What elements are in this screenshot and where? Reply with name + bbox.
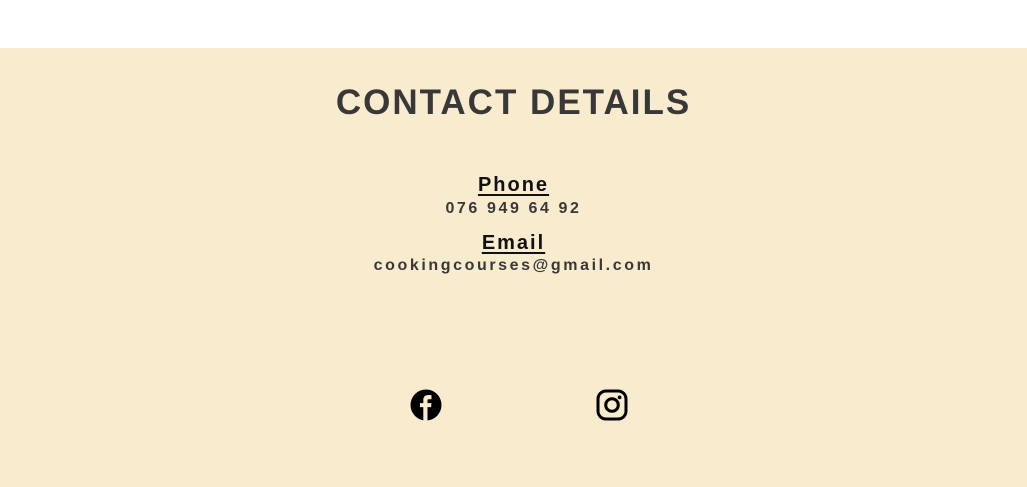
contact-section: CONTACT DETAILS Phone 076 949 64 92 Emai…: [0, 48, 1027, 487]
top-white-strip: [0, 0, 1027, 48]
section-title: CONTACT DETAILS: [335, 83, 692, 122]
phone-heading: Phone: [0, 173, 1027, 197]
email-address: cookingcourses@gmail.com: [373, 257, 654, 274]
facebook-icon: [410, 389, 442, 421]
instagram-icon: [596, 389, 628, 421]
instagram-link[interactable]: [596, 389, 628, 421]
email-heading: Email: [0, 231, 1027, 255]
phone-number: 076 949 64 92: [445, 200, 582, 217]
facebook-link[interactable]: [410, 389, 442, 421]
email-label: Email: [481, 232, 546, 254]
phone-label: Phone: [477, 174, 550, 196]
